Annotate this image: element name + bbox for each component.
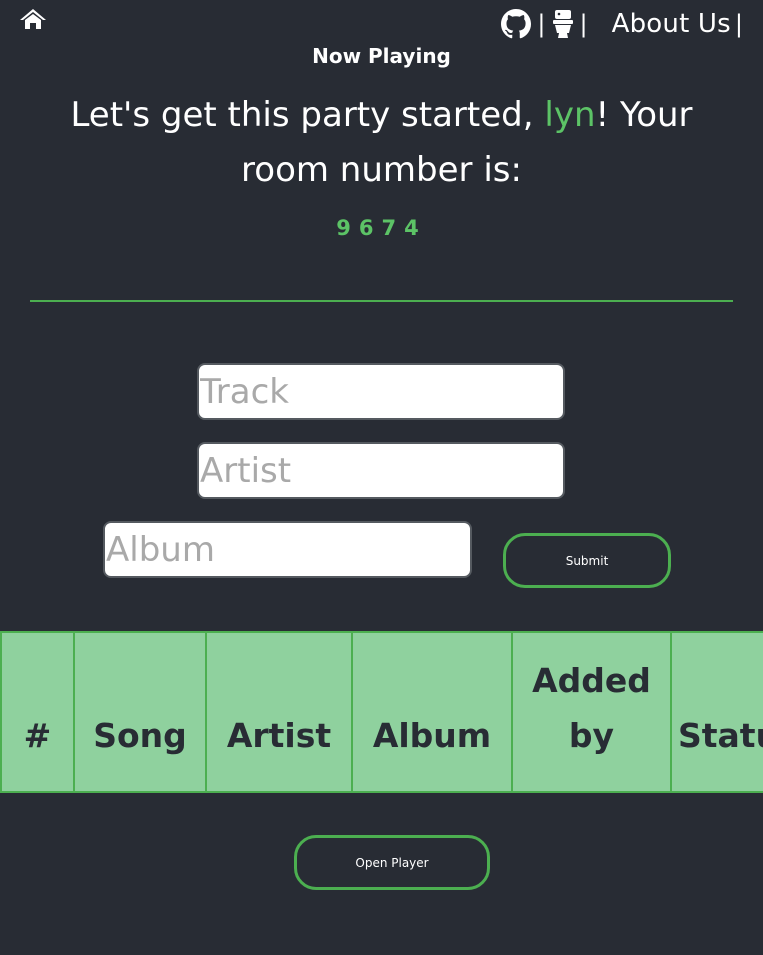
greeting-prefix: Let's get this party started, [70,95,545,135]
about-us-link[interactable]: About Us [612,9,731,39]
page: | | About Us | Now Playing Let's get thi… [0,0,763,955]
header-number: # [0,631,75,793]
table-header-row: # Song Artist Album Added by Status [0,631,763,793]
header-artist: Artist [205,631,353,793]
top-nav: | | About Us | [501,6,743,42]
open-player-button[interactable]: Open Player [294,835,490,890]
greeting-text: Let's get this party started, lyn! Your … [30,88,733,198]
username: lyn [544,95,596,135]
submit-button[interactable]: Submit [503,533,671,588]
header-album: Album [351,631,513,793]
room-number: 9674 [336,216,427,240]
section-divider [30,300,733,302]
header-status: Status [670,631,763,793]
github-icon[interactable] [501,9,532,39]
nav-separator: | [537,10,546,38]
home-icon[interactable] [19,7,47,31]
artist-input[interactable] [197,442,565,499]
header-song: Song [73,631,207,793]
queue-table: # Song Artist Album Added by Status [0,631,763,793]
toilet-icon[interactable] [552,9,574,39]
nav-separator: | [579,10,588,38]
now-playing-title: Now Playing [312,44,451,68]
album-input[interactable] [103,521,472,578]
track-input[interactable] [197,363,565,420]
nav-separator: | [734,10,743,38]
header-added-by: Added by [511,631,672,793]
